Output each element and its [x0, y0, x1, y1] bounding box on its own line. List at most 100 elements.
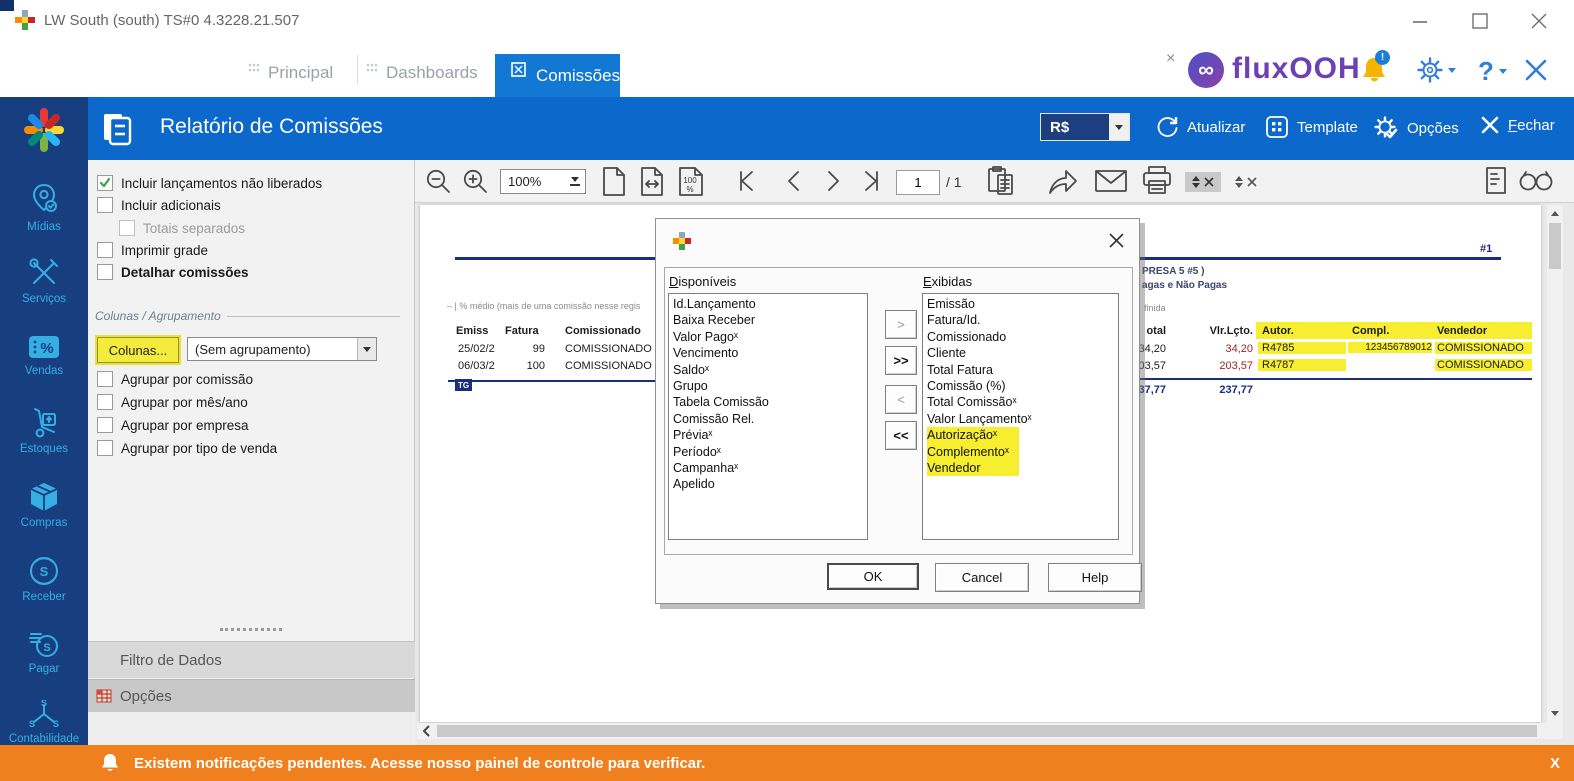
sidebar-item-contabilidade[interactable]: S S S Contabilidade	[0, 700, 88, 745]
horizontal-scroll-thumb[interactable]	[437, 725, 1537, 737]
list-item[interactable]: Tabela Comissão	[673, 394, 867, 410]
list-item[interactable]: Grupo	[673, 378, 867, 394]
checkbox-box[interactable]	[97, 175, 113, 191]
vertical-scroll-thumb[interactable]	[1549, 223, 1561, 269]
help-button[interactable]: Help	[1048, 563, 1142, 592]
checkbox-box[interactable]	[97, 417, 113, 433]
atualizar-button[interactable]: Atualizar	[1155, 115, 1245, 139]
page-number-input[interactable]	[896, 170, 940, 195]
list-item[interactable]: Emissão	[927, 296, 1118, 312]
sidebar-item-midias[interactable]: Mídias	[0, 182, 88, 233]
currency-select[interactable]: R$	[1040, 113, 1130, 141]
sort-control[interactable]	[1228, 172, 1264, 192]
list-item[interactable]: Total Comissãoˣ	[927, 394, 1118, 410]
close-all-tabs-button[interactable]: ×	[1166, 50, 1175, 68]
export-button[interactable]	[1046, 165, 1080, 197]
list-item[interactable]: Períodoˣ	[673, 444, 867, 460]
sidebar-item-compras[interactable]: Compras	[0, 480, 88, 529]
zoom-level-select[interactable]: 100%	[500, 169, 586, 194]
window-close-button[interactable]	[1524, 11, 1554, 31]
dialog-close-button[interactable]	[1109, 233, 1124, 248]
next-page-button[interactable]	[820, 168, 846, 194]
checkbox-imprimir-grade[interactable]: Imprimir grade	[97, 242, 208, 258]
grouping-dropdown-arrow[interactable]	[357, 338, 376, 360]
sidebar-item-estoques[interactable]: Estoques	[0, 406, 88, 455]
currency-dropdown-arrow[interactable]	[1109, 114, 1129, 140]
panel-splitter-handle[interactable]	[220, 628, 282, 631]
last-page-button[interactable]	[858, 168, 884, 194]
list-item[interactable]: Vencimento	[673, 345, 867, 361]
search-binoculars-button[interactable]	[1516, 168, 1556, 194]
fit-page-button[interactable]	[601, 166, 627, 197]
available-listbox[interactable]: Id.Lançamento Baixa Receber Valor Pagoˣ …	[668, 293, 868, 540]
move-all-right-button[interactable]: >>	[885, 346, 917, 375]
scroll-down-arrow[interactable]	[1551, 711, 1559, 716]
notification-bell-icon[interactable]: !	[1360, 54, 1394, 88]
opcoes-button[interactable]: Opções	[1373, 115, 1459, 141]
list-item[interactable]: Vendedor	[927, 460, 1019, 476]
list-item[interactable]: Préviaˣ	[673, 427, 867, 443]
list-item[interactable]: Cliente	[927, 345, 1118, 361]
list-item[interactable]: Id.Lançamento	[673, 296, 867, 312]
zoom-in-button[interactable]	[461, 168, 491, 196]
checkbox-incluir-adicionais[interactable]: Incluir adicionais	[97, 197, 221, 213]
list-item[interactable]: Fatura/Id.	[927, 312, 1118, 328]
list-item[interactable]: Saldoˣ	[673, 362, 867, 378]
sidebar-item-servicos[interactable]: Serviços	[0, 256, 88, 305]
move-left-button[interactable]: <	[885, 385, 917, 414]
notification-close-button[interactable]: X	[1550, 755, 1560, 772]
first-page-button[interactable]	[734, 168, 760, 194]
ok-button[interactable]: OK	[827, 563, 919, 590]
checkbox-detalhar-comissoes[interactable]: Detalhar comissões	[97, 264, 249, 280]
section-filtro-de-dados[interactable]: Filtro de Dados	[88, 641, 415, 678]
tab-principal[interactable]: Principal	[268, 63, 333, 83]
sidebar-item-receber[interactable]: S Receber	[0, 554, 88, 603]
tab-dashboards[interactable]: Dashboards	[386, 63, 478, 83]
copy-button[interactable]	[986, 165, 1016, 197]
checkbox-box[interactable]	[97, 440, 113, 456]
list-item[interactable]: Valor Lançamentoˣ	[927, 411, 1118, 427]
zoom-out-button[interactable]	[424, 168, 454, 196]
zoom-100-button[interactable]: 100 %	[677, 166, 705, 197]
scroll-up-arrow[interactable]	[1551, 211, 1559, 216]
cancel-button[interactable]: Cancel	[935, 563, 1029, 592]
tab-comissoes-active[interactable]: Comissões	[495, 54, 620, 97]
horizontal-scrollbar[interactable]	[417, 723, 1547, 739]
template-button[interactable]: Template	[1265, 115, 1358, 139]
checkbox-agrupar-tipo-venda[interactable]: Agrupar por tipo de venda	[97, 440, 277, 456]
list-item[interactable]: Complementoˣ	[927, 444, 1019, 460]
zoom-dropdown-arrow[interactable]	[570, 177, 580, 186]
email-button[interactable]	[1094, 169, 1128, 193]
settings-menu-button[interactable]	[1416, 56, 1456, 84]
vertical-scrollbar[interactable]	[1547, 205, 1563, 723]
help-menu-button[interactable]: ?	[1478, 56, 1507, 87]
close-app-button[interactable]	[1522, 56, 1550, 84]
list-item[interactable]: Campanhaˣ	[673, 460, 867, 476]
list-item[interactable]: Comissão (%)	[927, 378, 1118, 394]
colunas-button[interactable]: Colunas...	[97, 337, 179, 363]
sidebar-item-vendas[interactable]: % Vendas	[0, 332, 88, 377]
list-item[interactable]: Total Fatura	[927, 362, 1118, 378]
section-opcoes[interactable]: Opções	[88, 679, 415, 712]
checkbox-box[interactable]	[97, 197, 113, 213]
checkbox-box[interactable]	[97, 371, 113, 387]
checkbox-box[interactable]	[97, 242, 113, 258]
fechar-button[interactable]: Fechar	[1480, 115, 1555, 135]
sort-control-active[interactable]	[1185, 172, 1221, 192]
checkbox-box[interactable]	[97, 264, 113, 280]
checkbox-incluir-lancamentos[interactable]: Incluir lançamentos não liberados	[97, 175, 322, 191]
list-item[interactable]: Apelido	[673, 476, 867, 492]
checkbox-agrupar-mes-ano[interactable]: Agrupar por mês/ano	[97, 394, 248, 410]
list-item[interactable]: Comissão Rel.	[673, 411, 867, 427]
list-item[interactable]: Autorizaçãoˣ	[927, 427, 1019, 443]
parameters-button[interactable]	[1484, 166, 1508, 196]
sidebar-item-pagar[interactable]: S Pagar	[0, 626, 88, 675]
fit-width-button[interactable]	[639, 166, 665, 197]
print-button[interactable]	[1140, 164, 1174, 198]
grouping-select[interactable]: (Sem agrupamento)	[187, 337, 377, 361]
list-item[interactable]: Baixa Receber	[673, 312, 867, 328]
minimize-button[interactable]	[1405, 11, 1435, 31]
checkbox-agrupar-empresa[interactable]: Agrupar por empresa	[97, 417, 249, 433]
maximize-button[interactable]	[1465, 11, 1495, 31]
previous-page-button[interactable]	[781, 168, 807, 194]
